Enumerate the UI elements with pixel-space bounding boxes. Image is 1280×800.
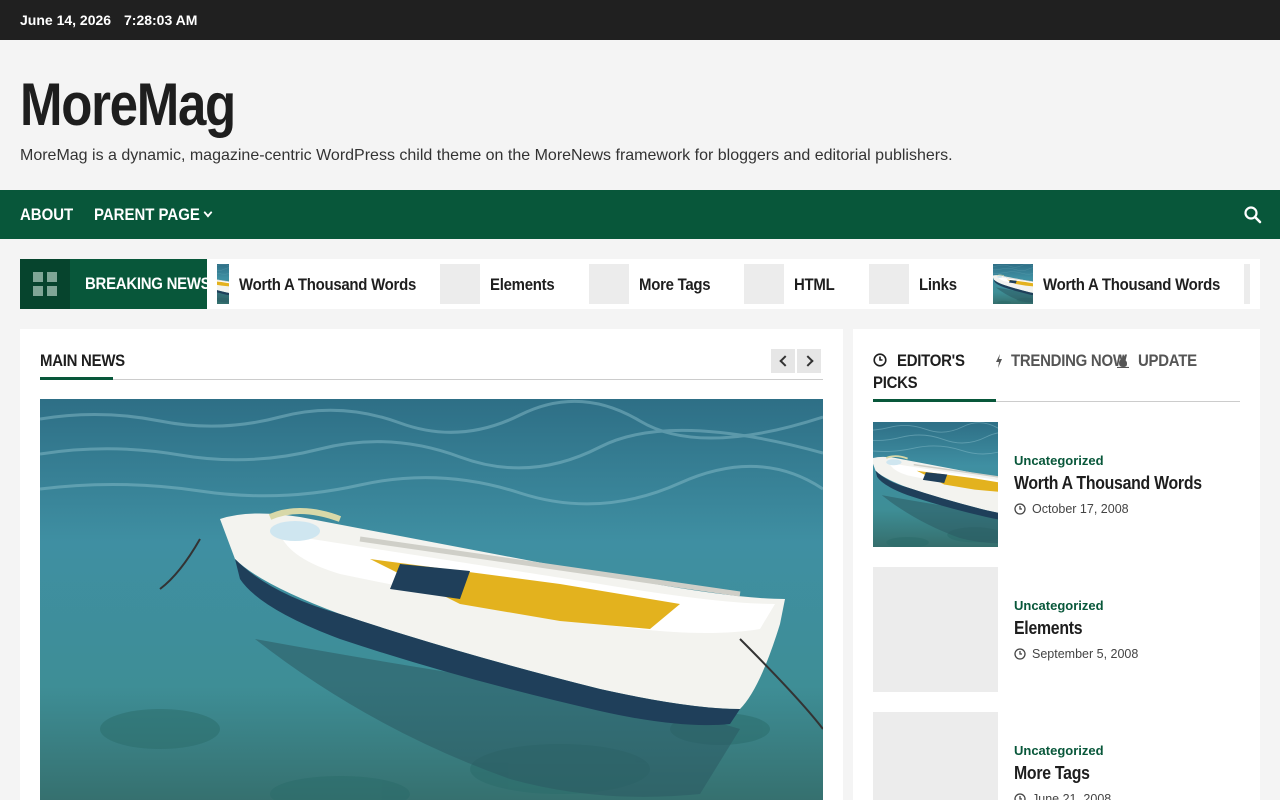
list-item[interactable]: Uncategorized Elements September 5, 2008: [873, 567, 1240, 692]
post-thumbnail[interactable]: [873, 567, 998, 692]
post-thumbnail[interactable]: [873, 712, 998, 800]
site-title[interactable]: MoreMag: [20, 70, 236, 140]
sidebar-tabs-widget: EDITOR'S PICKS TRENDING NOW UPDATE Uncat…: [853, 329, 1260, 800]
ticker-title: Elements: [490, 275, 555, 294]
tab-update-label: UPDATE: [1138, 351, 1197, 370]
post-date: October 17, 2008: [1032, 502, 1129, 516]
ticker-item[interactable]: More Tags: [589, 264, 729, 304]
tab-trending-now-label: TRENDING NOW: [1011, 351, 1127, 370]
clock-icon: [1014, 503, 1026, 515]
post-date: September 5, 2008: [1032, 647, 1139, 661]
breaking-news-title: BREAKING NEWS: [85, 274, 211, 293]
tab-editors-picks[interactable]: EDITOR'S PICKS: [873, 349, 996, 402]
post-title[interactable]: Worth A Thousand Words: [1014, 473, 1202, 494]
slider-next-button[interactable]: [797, 349, 821, 373]
ticker-title: Worth A Thousand Words: [239, 275, 417, 294]
clock-icon: [873, 353, 887, 367]
clock-icon: [1014, 648, 1026, 660]
current-time: 7:28:03 AM: [124, 12, 198, 28]
chevron-down-icon: [203, 207, 213, 218]
ticker-thumbnail: [1244, 264, 1250, 304]
main-navigation: ABOUT PARENT PAGE: [0, 190, 1280, 239]
grid-icon: [33, 272, 57, 296]
nav-item-parent-page-label: PARENT PAGE: [94, 205, 200, 224]
breaking-news-label: BREAKING NEWS: [20, 259, 211, 309]
main-news-featured-image[interactable]: [40, 399, 823, 800]
breaking-news-ticker: BREAKING NEWS Worth A Thousand Words Ele…: [20, 259, 1260, 309]
section-header: MAIN NEWS: [40, 349, 823, 380]
post-title[interactable]: Elements: [1014, 618, 1083, 639]
list-item[interactable]: Uncategorized More Tags June 21, 2008: [873, 712, 1240, 800]
ticker-thumbnail: [589, 264, 629, 304]
tab-editors-picks-label: EDITOR'S: [897, 351, 965, 370]
post-category[interactable]: Uncategorized: [1014, 598, 1104, 613]
ticker-thumbnail: [440, 264, 480, 304]
ticker-item[interactable]: Links: [869, 264, 979, 304]
list-item[interactable]: Uncategorized Worth A Thousand Words Oct…: [873, 422, 1240, 547]
post-category[interactable]: Uncategorized: [1014, 743, 1104, 758]
post-thumbnail[interactable]: [873, 422, 998, 547]
nav-item-about[interactable]: ABOUT: [20, 205, 73, 225]
post-title[interactable]: More Tags: [1014, 763, 1090, 784]
tab-bar: EDITOR'S PICKS TRENDING NOW UPDATE: [873, 349, 1240, 402]
ticker-title: Worth A Thousand Words: [1043, 275, 1221, 294]
ticker-item[interactable]: Elements: [440, 264, 570, 304]
fire-icon: [1117, 354, 1129, 368]
search-icon[interactable]: [1243, 205, 1263, 225]
current-date: June 14, 2026: [20, 12, 112, 28]
section-title: MAIN NEWS: [40, 351, 125, 370]
ticker-title: More Tags: [639, 275, 711, 294]
ticker-thumbnail: [744, 264, 784, 304]
ticker-item[interactable]: Worth A Thousand Words: [993, 264, 1233, 304]
ticker-title: HTML: [794, 275, 835, 294]
ticker-title: Links: [919, 275, 957, 294]
ticker-thumbnail: [993, 264, 1033, 304]
slider-prev-button[interactable]: [771, 349, 795, 373]
ticker-item[interactable]: Worth A Thousand Words: [217, 264, 417, 304]
bolt-icon: [996, 354, 1002, 368]
clock-icon: [1014, 793, 1026, 800]
ticker-thumbnail: [869, 264, 909, 304]
site-description: MoreMag is a dynamic, magazine-centric W…: [20, 147, 953, 164]
site-header: MoreMag MoreMag is a dynamic, magazine-c…: [0, 40, 1280, 190]
top-bar: June 14, 2026 7:28:03 AM: [0, 0, 1280, 40]
tab-editors-picks-label: PICKS: [873, 373, 918, 392]
post-category[interactable]: Uncategorized: [1014, 453, 1104, 468]
ticker-item[interactable]: HTML: [744, 264, 854, 304]
main-news-section: MAIN NEWS: [20, 329, 843, 800]
ticker-thumbnail: [217, 264, 229, 304]
post-date: June 21, 2008: [1032, 792, 1112, 800]
nav-item-parent-page[interactable]: PARENT PAGE: [94, 205, 213, 225]
